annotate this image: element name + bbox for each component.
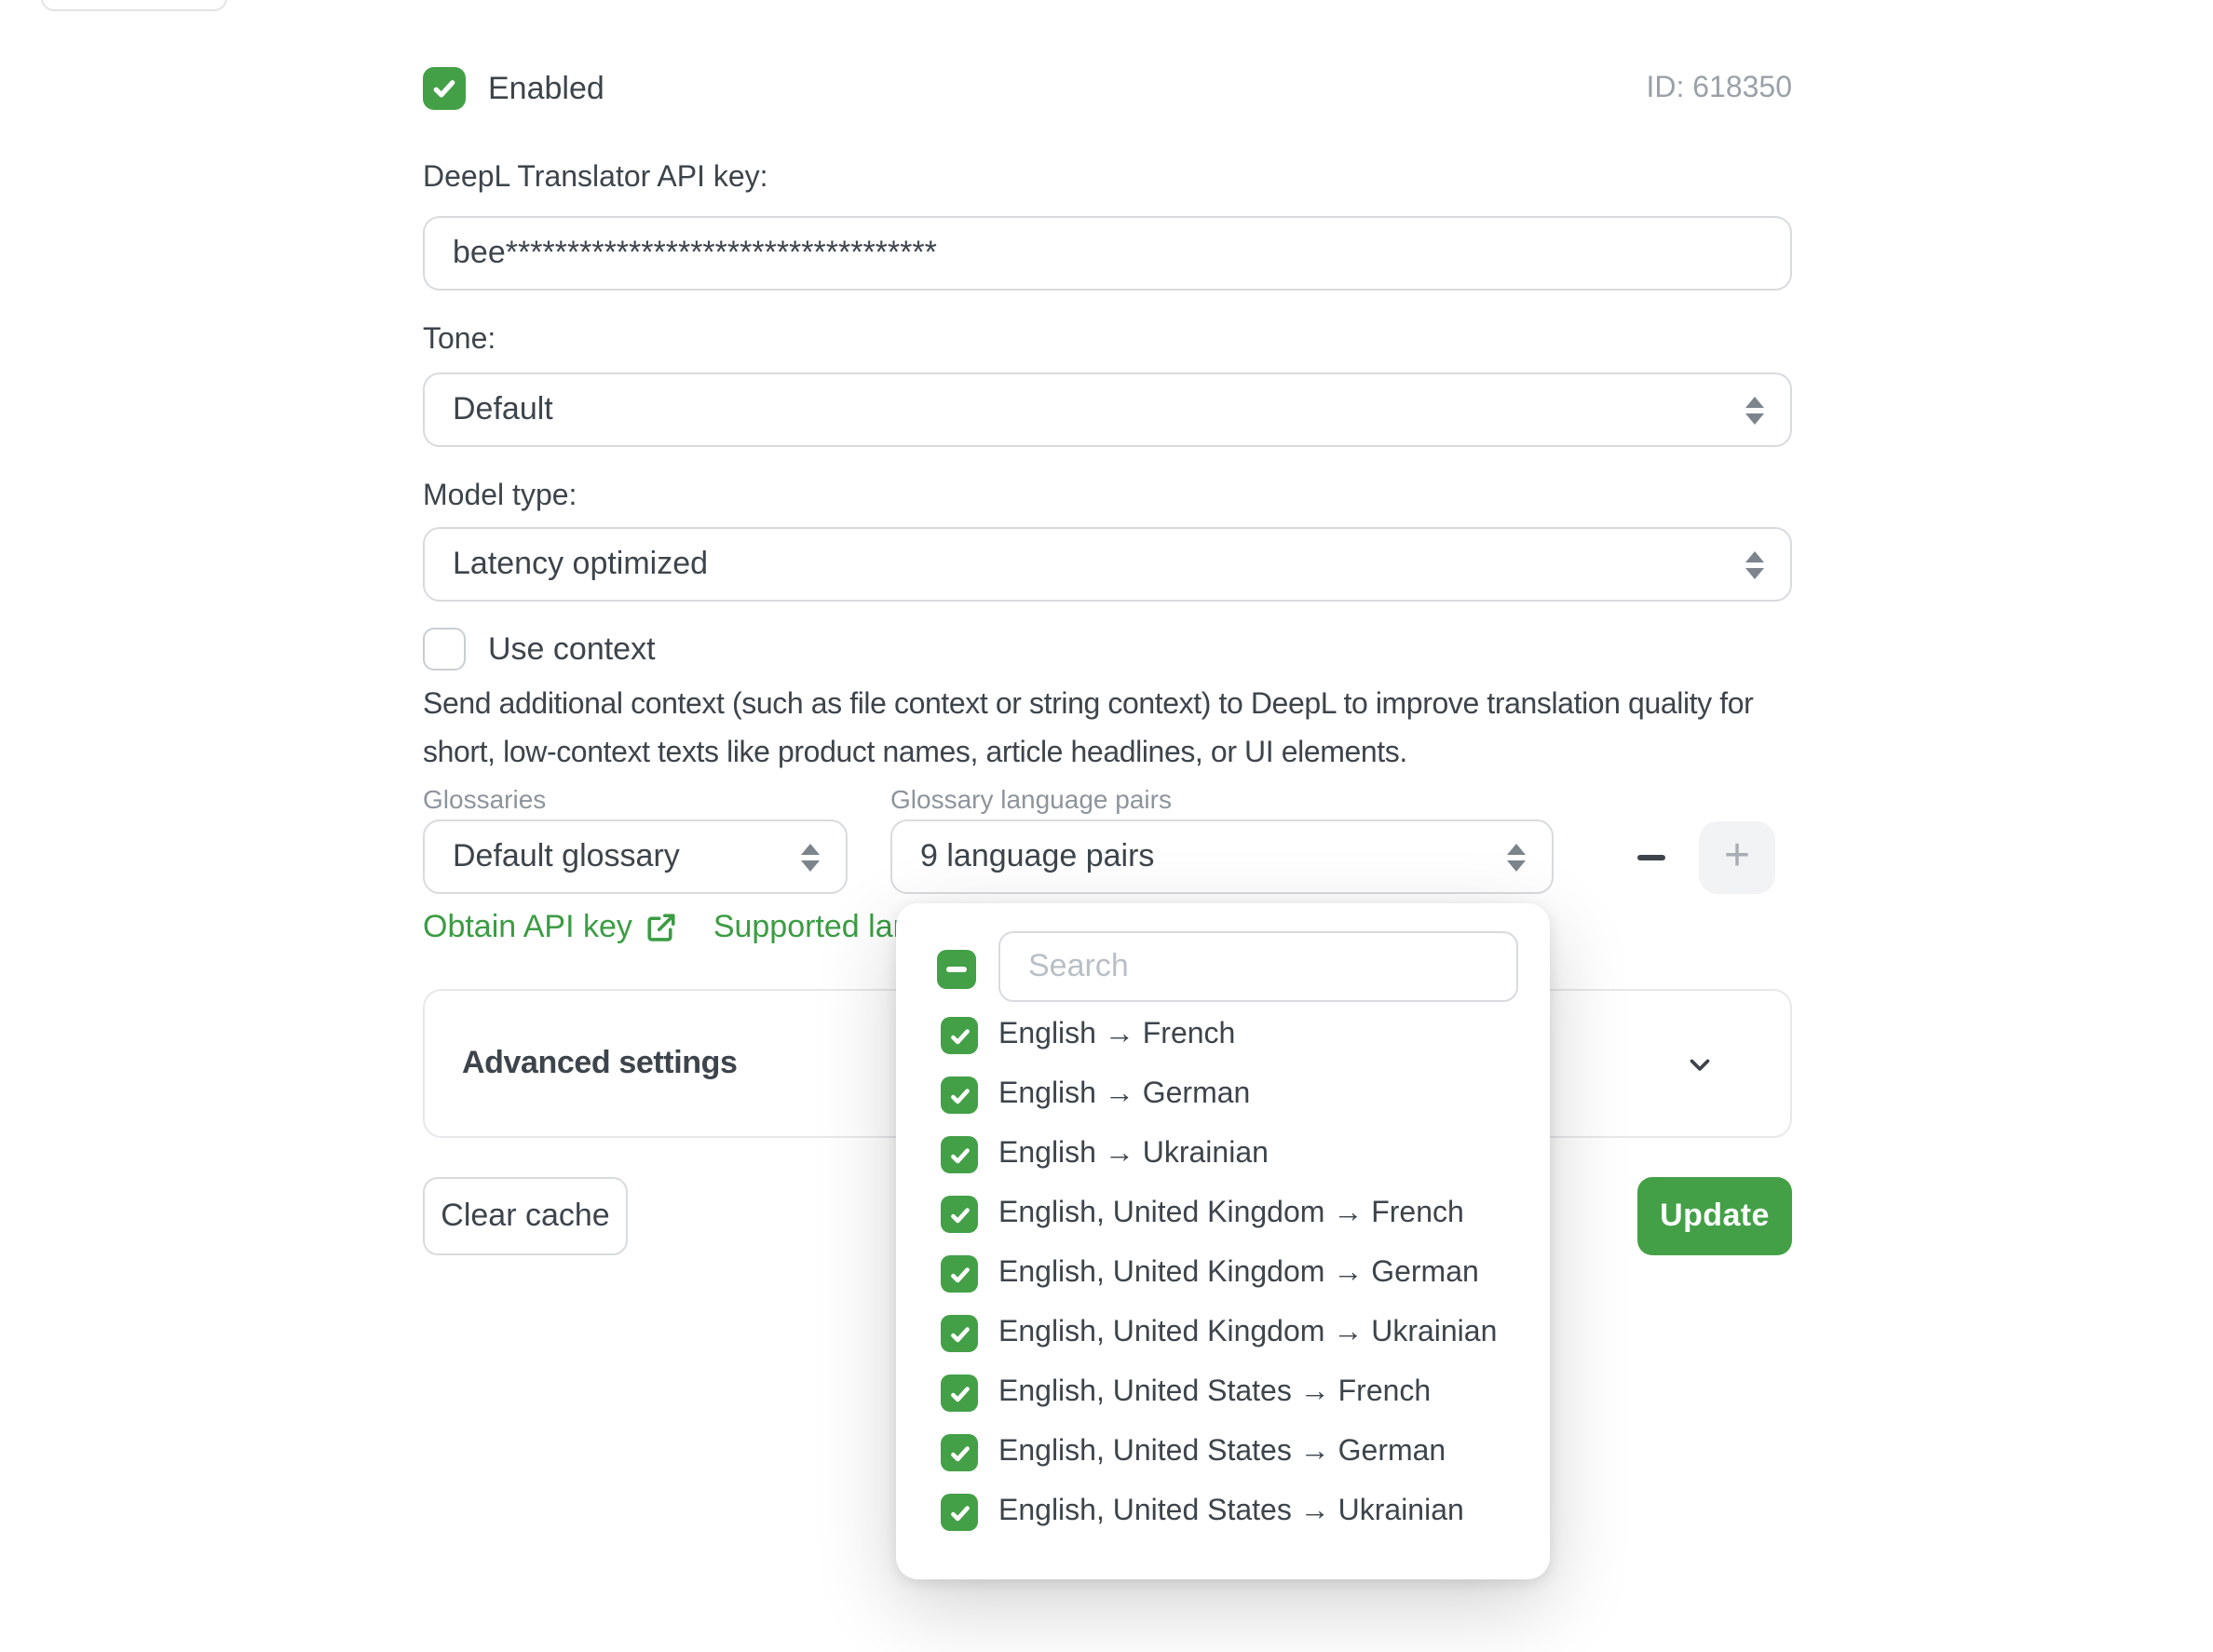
add-glossary-button[interactable]: + <box>1699 821 1775 894</box>
model-type-select[interactable]: Latency optimized <box>423 527 1792 602</box>
select-arrows-icon <box>801 843 820 871</box>
language-pair-option[interactable]: English, United States → Ukrainian <box>896 1483 1550 1542</box>
language-pairs-dropdown: English → French English → German Englis… <box>896 903 1550 1579</box>
update-label: Update <box>1660 1198 1770 1235</box>
pair-label: English, United States → Ukrainian <box>998 1496 1464 1529</box>
use-context-description: Send additional context (such as file co… <box>423 682 1801 779</box>
language-pair-option[interactable]: English, United Kingdom → German <box>896 1244 1550 1304</box>
cropped-panel-edge <box>41 0 227 11</box>
select-all-checkbox[interactable] <box>937 950 976 989</box>
integration-id: ID: 618350 <box>1646 73 1792 106</box>
glossaries-select[interactable]: Default glossary <box>423 819 848 894</box>
enabled-label: Enabled <box>488 71 604 108</box>
pair-checkbox[interactable] <box>941 1077 978 1114</box>
obtain-api-key-link[interactable]: Obtain API key <box>423 909 679 946</box>
select-arrows-icon <box>1745 396 1764 424</box>
chevron-down-icon <box>1684 1048 1716 1079</box>
advanced-settings-title: Advanced settings <box>462 1045 738 1082</box>
update-button[interactable]: Update <box>1637 1177 1792 1255</box>
tone-select-value: Default <box>453 391 553 428</box>
clear-cache-button[interactable]: Clear cache <box>423 1177 628 1255</box>
language-pair-option[interactable]: English, United States → German <box>896 1423 1550 1483</box>
remove-glossary-button[interactable] <box>1622 829 1678 885</box>
pair-checkbox[interactable] <box>941 1255 978 1293</box>
pair-label: English → German <box>998 1078 1250 1112</box>
use-context-label: Use context <box>488 631 656 669</box>
glossary-pairs-select[interactable]: 9 language pairs <box>890 819 1554 894</box>
pair-label: English, United Kingdom → Ukrainian <box>998 1317 1497 1350</box>
plus-icon: + <box>1724 833 1750 878</box>
api-key-input[interactable] <box>423 216 1792 291</box>
glossaries-select-value: Default glossary <box>453 838 680 875</box>
pair-checkbox[interactable] <box>941 1315 978 1352</box>
pair-label: English → Ukrainian <box>998 1138 1269 1171</box>
select-arrows-icon <box>1507 843 1526 871</box>
pair-checkbox[interactable] <box>941 1196 978 1233</box>
minus-icon <box>1636 854 1664 860</box>
glossaries-label: Glossaries <box>423 784 546 814</box>
tone-select[interactable]: Default <box>423 372 1792 447</box>
pair-label: English, United Kingdom → German <box>998 1257 1479 1291</box>
language-pair-list: English → French English → German Englis… <box>896 1006 1550 1542</box>
enabled-checkbox[interactable] <box>423 67 466 110</box>
obtain-api-key-label: Obtain API key <box>423 909 632 946</box>
language-pair-option[interactable]: English → Ukrainian <box>896 1125 1550 1185</box>
external-link-icon <box>645 911 679 944</box>
pair-label: English → French <box>998 1019 1235 1052</box>
glossary-pairs-select-value: 9 language pairs <box>920 838 1154 875</box>
indeterminate-icon <box>946 967 967 972</box>
pair-label: English, United Kingdom → French <box>998 1198 1464 1231</box>
pair-checkbox[interactable] <box>941 1434 978 1471</box>
pair-checkbox[interactable] <box>941 1494 978 1531</box>
pair-search-input[interactable] <box>998 931 1518 1002</box>
select-arrows-icon <box>1745 550 1764 578</box>
language-pair-option[interactable]: English, United Kingdom → Ukrainian <box>896 1304 1550 1363</box>
pair-label: English, United States → French <box>998 1376 1431 1410</box>
language-pair-option[interactable]: English → German <box>896 1065 1550 1125</box>
glossary-pairs-label: Glossary language pairs <box>890 784 1172 814</box>
language-pair-option[interactable]: English → French <box>896 1006 1550 1065</box>
language-pair-option[interactable]: English, United States → French <box>896 1363 1550 1423</box>
use-context-checkbox[interactable] <box>423 628 466 670</box>
model-type-select-value: Latency optimized <box>453 546 708 583</box>
language-pair-option[interactable]: English, United Kingdom → French <box>896 1185 1550 1244</box>
deepl-integration-settings-form: Enabled ID: 618350 DeepL Translator API … <box>0 0 2213 1652</box>
api-key-label: DeepL Translator API key: <box>423 162 768 196</box>
model-type-label: Model type: <box>423 481 577 514</box>
pair-checkbox[interactable] <box>941 1017 978 1054</box>
tone-label: Tone: <box>423 324 496 358</box>
check-icon <box>430 74 458 102</box>
pair-checkbox[interactable] <box>941 1374 978 1412</box>
pair-checkbox[interactable] <box>941 1136 978 1173</box>
clear-cache-label: Clear cache <box>441 1198 609 1235</box>
pair-label: English, United States → German <box>998 1436 1446 1469</box>
